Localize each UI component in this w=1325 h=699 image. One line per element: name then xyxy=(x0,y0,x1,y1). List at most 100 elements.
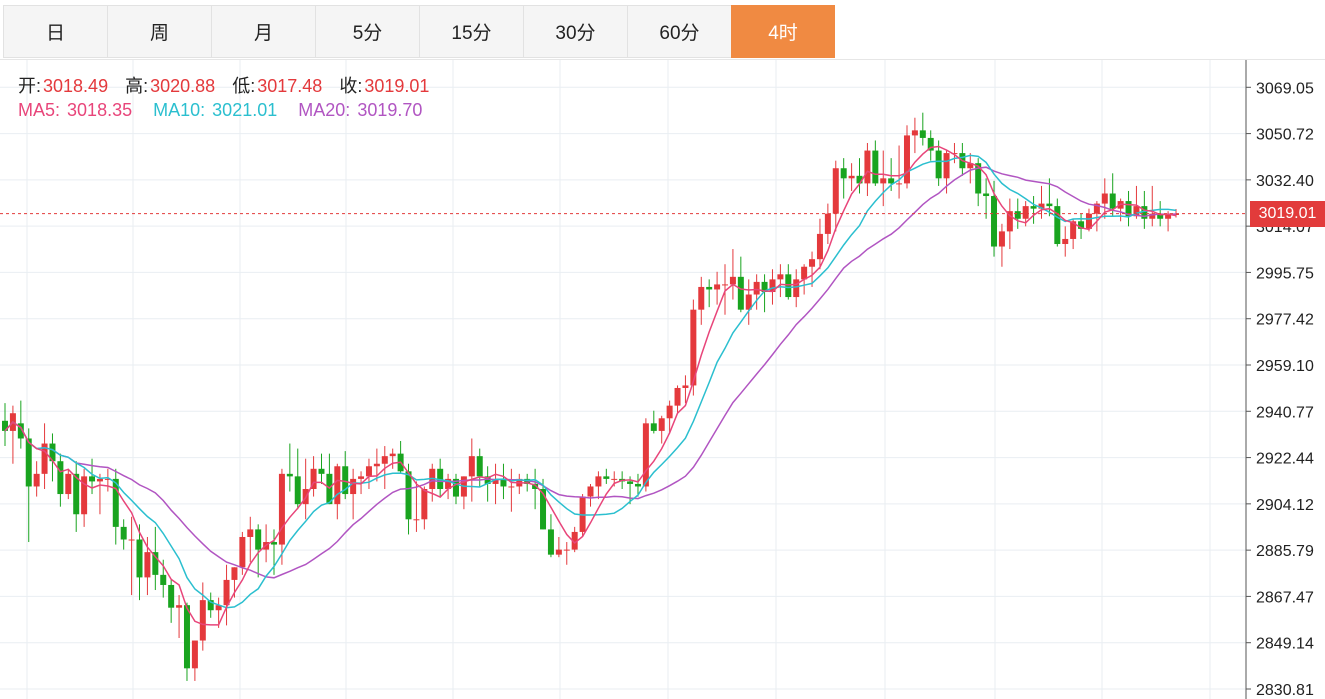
y-tick-label: 2995.75 xyxy=(1256,265,1314,282)
candle-body xyxy=(176,605,183,608)
candle-body xyxy=(816,233,823,260)
candle-body xyxy=(1014,211,1021,219)
candle-body xyxy=(658,418,665,431)
ma5-label: MA5: xyxy=(18,100,61,120)
close-value: 3019.01 xyxy=(364,76,430,96)
ma10-value: 3021.01 xyxy=(212,100,278,120)
y-tick-label: 2922.44 xyxy=(1256,451,1314,468)
candle-body xyxy=(737,276,744,310)
candle-body xyxy=(848,175,855,179)
candle-body xyxy=(888,178,895,184)
y-tick-label: 3050.72 xyxy=(1256,127,1314,144)
candle-body xyxy=(872,150,879,184)
candle-body xyxy=(128,539,135,541)
y-tick-label: 2977.42 xyxy=(1256,312,1314,329)
candle-body xyxy=(864,150,871,184)
tab-60min[interactable]: 60分 xyxy=(627,5,731,58)
candle-body xyxy=(247,529,254,537)
tab-30min[interactable]: 30分 xyxy=(523,5,627,58)
candle-body xyxy=(547,529,554,555)
candle-body xyxy=(706,286,713,290)
candle-body xyxy=(1022,206,1029,219)
candle-body xyxy=(998,231,1005,247)
candle-body xyxy=(421,488,428,520)
tab-4hour[interactable]: 4时 xyxy=(731,5,835,58)
candle-body xyxy=(983,193,990,197)
candle-body xyxy=(991,196,998,247)
close-label: 收: xyxy=(339,76,363,96)
ma10-line xyxy=(4,154,1177,609)
candle-body xyxy=(286,473,293,477)
candle-body xyxy=(413,519,420,521)
candle-body xyxy=(278,473,285,545)
candle-body xyxy=(634,483,641,487)
candle-body xyxy=(468,456,475,477)
open-value: 3018.49 xyxy=(43,76,109,96)
candle-body xyxy=(183,605,190,669)
candle-body xyxy=(389,453,396,457)
candle-body xyxy=(714,284,721,290)
candle-body xyxy=(65,473,72,495)
candle-body xyxy=(334,466,341,505)
candle-body xyxy=(33,473,40,487)
candle-body xyxy=(785,274,792,298)
candle-body xyxy=(405,471,412,520)
candle-body xyxy=(563,549,570,551)
tab-month[interactable]: 月 xyxy=(211,5,315,58)
candle-body xyxy=(903,135,910,184)
candle-body xyxy=(381,456,388,464)
candle-body xyxy=(365,466,372,477)
candle-body xyxy=(358,476,365,479)
tab-day[interactable]: 日 xyxy=(3,5,107,58)
candle-body xyxy=(540,488,547,530)
candle-body xyxy=(832,168,839,214)
candle-body xyxy=(666,405,673,419)
candle-body xyxy=(350,478,357,495)
candle-body xyxy=(935,150,942,179)
candle-body xyxy=(1109,193,1116,209)
current-price-badge: 3019.01 xyxy=(1250,200,1325,227)
ma5-line xyxy=(4,145,1177,626)
candle-body xyxy=(824,213,831,234)
ohlc-readout: 开: 3018.49 高: 3020.88 低: 3017.48 收: 3019.01 xyxy=(18,72,441,98)
candle-body xyxy=(793,279,800,298)
y-tick-label: 2849.14 xyxy=(1256,636,1314,653)
y-tick-label: 2867.47 xyxy=(1256,589,1314,606)
candle-body xyxy=(880,178,887,184)
candle-body xyxy=(1046,203,1053,207)
candle-body xyxy=(1062,238,1069,245)
candle-body xyxy=(318,468,325,474)
candle-body xyxy=(809,259,816,267)
candle-body xyxy=(199,600,206,641)
candle-body xyxy=(1030,206,1037,209)
candle-body xyxy=(96,478,103,482)
candlestick-chart[interactable]: 3069.053050.723032.403014.072995.752977.… xyxy=(0,60,1325,699)
candle-body xyxy=(911,130,918,136)
ma20-label: MA20: xyxy=(298,100,351,120)
candle-body xyxy=(168,584,175,608)
candle-body xyxy=(627,481,634,484)
candle-body xyxy=(674,387,681,406)
tab-week[interactable]: 周 xyxy=(107,5,211,58)
candle-body xyxy=(587,486,594,497)
y-tick-label: 3069.05 xyxy=(1256,80,1314,97)
candle-body xyxy=(223,579,230,606)
tab-5min[interactable]: 5分 xyxy=(315,5,419,58)
candle-body xyxy=(239,536,246,568)
y-tick-label: 2940.77 xyxy=(1256,404,1314,421)
y-tick-label: 2959.10 xyxy=(1256,358,1314,375)
y-tick-label: 2830.81 xyxy=(1256,682,1314,699)
tab-15min[interactable]: 15分 xyxy=(419,5,523,58)
high-value: 3020.88 xyxy=(150,76,216,96)
ma5-value: 3018.35 xyxy=(67,100,133,120)
candle-body xyxy=(595,476,602,487)
candle-body xyxy=(1101,193,1108,204)
candle-body xyxy=(120,526,127,540)
candle-body xyxy=(476,456,483,477)
candle-body xyxy=(89,476,96,482)
candle-body xyxy=(642,423,649,487)
candle-body xyxy=(144,552,151,578)
candle-body xyxy=(896,183,903,185)
low-label: 低: xyxy=(232,76,256,96)
candle-body xyxy=(919,130,926,138)
